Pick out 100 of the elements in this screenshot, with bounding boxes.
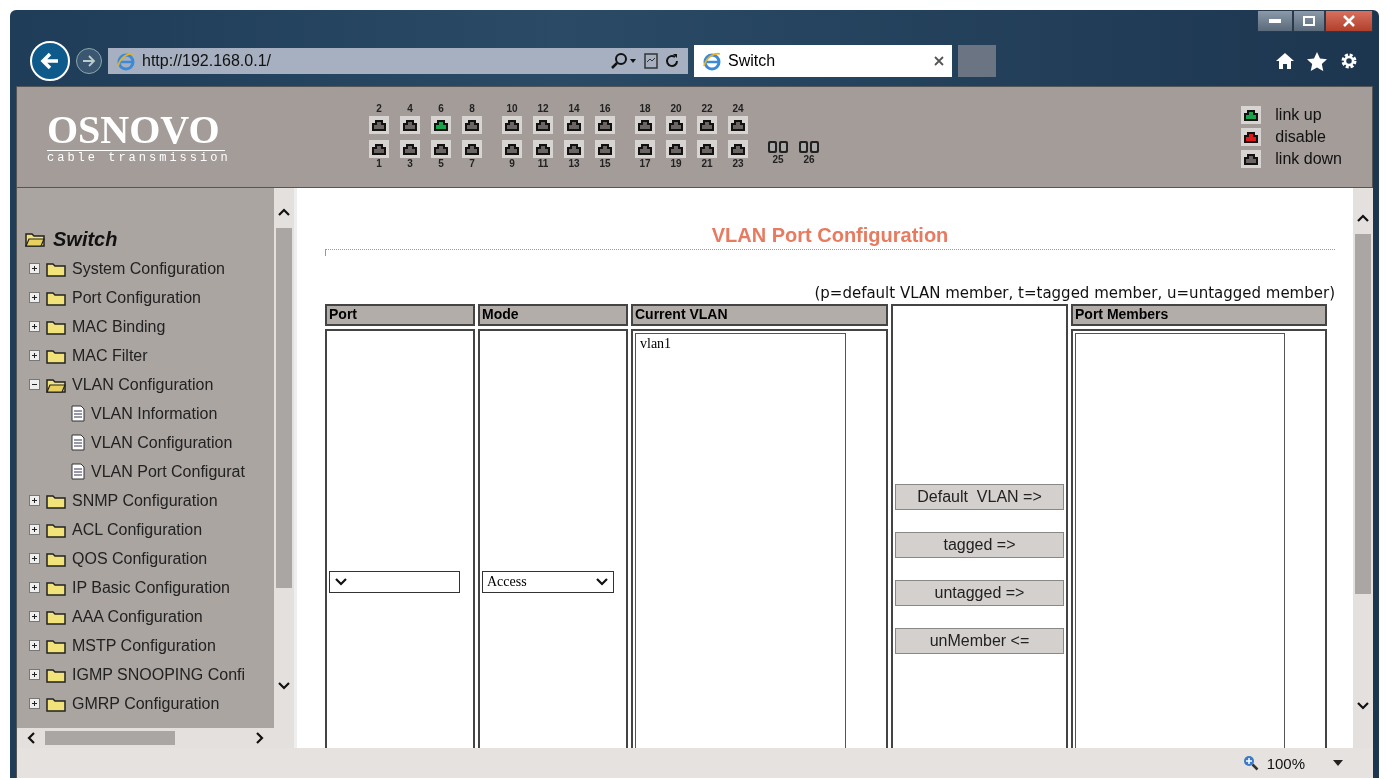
forward-arrow-icon [82, 55, 96, 67]
vertical-scrollbar[interactable] [1353, 188, 1373, 748]
ethernet-port-icon [635, 116, 655, 134]
zoom-icon[interactable] [1242, 755, 1259, 771]
expand-icon[interactable] [29, 640, 40, 651]
expand-icon[interactable] [29, 553, 40, 564]
tree-item[interactable]: Port Configuration [72, 288, 201, 307]
dropdown[interactable]: Access [482, 571, 614, 593]
scrollbar-thumb[interactable] [276, 228, 292, 588]
move-button[interactable]: unMember <= [895, 628, 1064, 654]
legend-label: disable [1275, 128, 1326, 146]
move-button[interactable]: tagged => [895, 532, 1064, 558]
chevron-up-icon[interactable] [1356, 212, 1370, 224]
column-header: Port Members [1071, 304, 1327, 326]
ethernet-port-icon [564, 116, 584, 134]
legend-note: (p=default VLAN member, t=tagged member, u=untagged member) [813, 284, 1335, 302]
move-button[interactable]: untagged => [895, 580, 1064, 606]
port-number: 13 [568, 158, 580, 171]
ethernet-port-icon [666, 116, 686, 134]
tree-item[interactable]: ACL Configuration [72, 520, 203, 539]
logo-tagline: cable transmission [47, 150, 232, 165]
port-number: 1 [376, 158, 382, 171]
tree-item[interactable]: VLAN Information [91, 404, 218, 423]
scrollbar-thumb[interactable] [45, 731, 175, 745]
folder-icon [46, 579, 66, 596]
chevron-down-icon[interactable] [277, 680, 291, 692]
browser-logo-icon [116, 51, 136, 71]
browser-tab[interactable]: Switch [694, 45, 952, 77]
tree-item[interactable]: MAC Filter [72, 346, 148, 365]
document-icon [71, 434, 85, 451]
refresh-icon[interactable] [664, 53, 680, 69]
expand-icon[interactable] [29, 582, 40, 593]
port-number: 7 [469, 158, 475, 171]
move-button[interactable]: Default VLAN => [895, 484, 1064, 510]
chevron-up-icon[interactable] [277, 206, 291, 218]
forward-button[interactable] [76, 48, 102, 74]
port-number: 5 [438, 158, 444, 171]
tree-item[interactable]: MAC Binding [72, 317, 166, 336]
expand-icon[interactable] [29, 698, 40, 709]
tree-item[interactable]: MSTP Configuration [72, 636, 216, 655]
search-icon[interactable] [610, 53, 638, 69]
column-header: Mode [478, 304, 628, 326]
expand-icon[interactable] [29, 524, 40, 535]
port-number: 4 [407, 103, 413, 116]
horizontal-scrollbar[interactable] [17, 728, 274, 748]
ethernet-port-icon [400, 140, 420, 158]
tree-item[interactable]: SNMP Configuration [72, 491, 218, 510]
legend-label: link up [1275, 106, 1322, 124]
tree-item[interactable]: GMRP Configuration [72, 694, 220, 713]
settings-icon[interactable] [1339, 51, 1359, 71]
port-number: 22 [701, 103, 713, 116]
star-icon[interactable] [1307, 51, 1327, 71]
chevron-down-icon[interactable] [1356, 700, 1370, 712]
expand-icon[interactable] [29, 263, 40, 274]
tree-item[interactable]: IGMP SNOOPING Confi [72, 665, 246, 684]
port-number: 12 [537, 103, 549, 116]
chevron-down-icon[interactable] [334, 576, 348, 588]
collapse-icon[interactable] [29, 379, 40, 390]
tree-root-label[interactable]: Switch [53, 227, 118, 251]
folder-icon [46, 289, 66, 306]
tree-item[interactable]: IP Basic Configuration [72, 578, 230, 597]
expand-icon[interactable] [29, 321, 40, 332]
ethernet-port-icon [728, 116, 748, 134]
expand-icon[interactable] [29, 611, 40, 622]
zoom-level[interactable]: 100% [1266, 754, 1305, 772]
maximize-icon [1303, 16, 1315, 26]
home-icon[interactable] [1275, 52, 1295, 70]
expand-icon[interactable] [29, 669, 40, 680]
expand-icon[interactable] [29, 495, 40, 506]
tree-item[interactable]: System Configuration [72, 259, 225, 278]
dropdown[interactable] [329, 571, 460, 593]
tree-item[interactable]: VLAN Port Configurat [91, 462, 245, 481]
port-number: 11 [537, 158, 549, 171]
expand-icon[interactable] [29, 292, 40, 303]
close-icon[interactable] [934, 56, 944, 66]
tree-item[interactable]: VLAN Configuration [72, 375, 214, 394]
ethernet-port-icon [533, 140, 553, 158]
folder-icon [46, 695, 66, 712]
minimize-button[interactable] [1257, 10, 1293, 32]
list-item[interactable]: vlan1 [640, 336, 841, 352]
back-button[interactable] [30, 41, 70, 81]
logo-text: OSNOVO [47, 109, 225, 151]
ethernet-port-icon [431, 116, 451, 134]
vertical-scrollbar[interactable] [274, 188, 294, 748]
folder-icon [46, 492, 66, 509]
close-button[interactable] [1325, 10, 1373, 32]
open-folder-icon [25, 231, 45, 247]
ethernet-port-icon [462, 140, 482, 158]
expand-icon[interactable] [29, 350, 40, 361]
chevron-down-icon[interactable] [595, 576, 609, 588]
scrollbar-thumb[interactable] [1355, 234, 1371, 594]
tree-item[interactable]: AAA Configuration [72, 607, 203, 626]
maximize-button[interactable] [1293, 10, 1325, 32]
ethernet-port-icon [1241, 128, 1262, 146]
port-number: 25 [772, 154, 784, 167]
tree-item[interactable]: VLAN Configuration [91, 433, 233, 452]
address-bar[interactable]: http://192.168.0.1/ [108, 48, 688, 74]
compatibility-icon[interactable] [644, 53, 658, 69]
dropdown-arrow-icon[interactable] [1333, 760, 1343, 766]
tree-item[interactable]: QOS Configuration [72, 549, 208, 568]
